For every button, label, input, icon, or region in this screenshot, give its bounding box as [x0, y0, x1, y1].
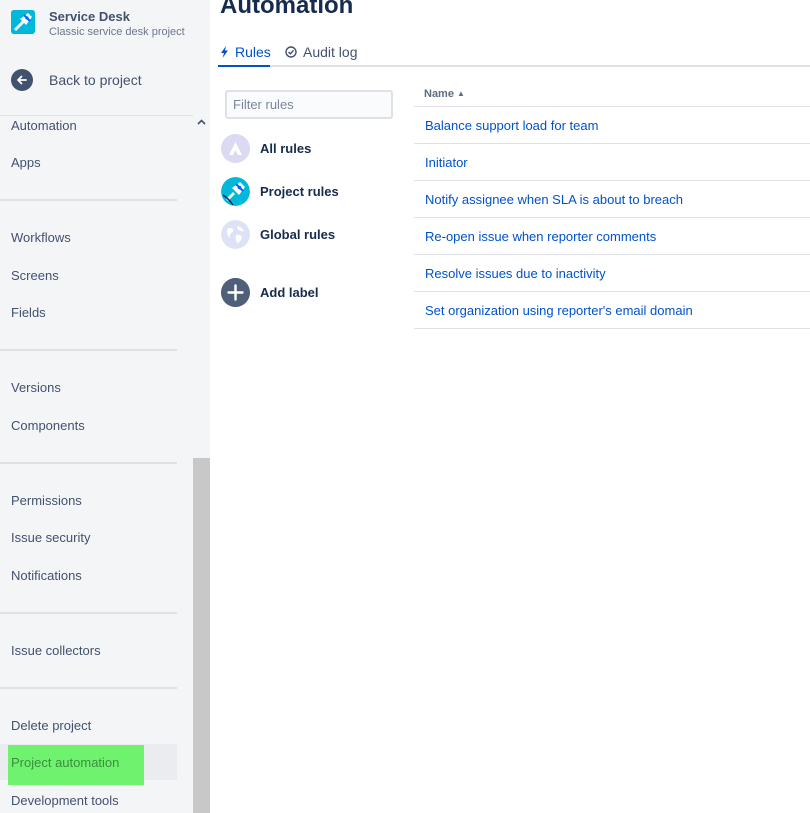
- add-label-text: Add label: [260, 285, 319, 300]
- scrollbar-thumb[interactable]: [193, 458, 210, 813]
- sidebar-item-fields[interactable]: Fields: [11, 304, 46, 322]
- table-row: Initiator: [414, 144, 810, 181]
- add-label-button[interactable]: Add label: [221, 278, 319, 307]
- active-tab-indicator: [218, 65, 270, 67]
- sidebar-divider: [0, 199, 177, 201]
- project-sidebar: Service Desk Classic service desk projec…: [0, 0, 210, 813]
- sidebar-item-screens[interactable]: Screens: [11, 267, 59, 285]
- sort-ascending-icon: ▲: [456, 89, 465, 98]
- sidebar-item-apps[interactable]: Apps: [11, 154, 41, 172]
- rule-link[interactable]: Resolve issues due to inactivity: [425, 265, 606, 282]
- all-rules-icon: [221, 134, 250, 163]
- arrow-left-icon: [11, 69, 33, 91]
- table-row: Notify assignee when SLA is about to bre…: [414, 181, 810, 218]
- sidebar-divider: [0, 349, 177, 351]
- table-row: Set organization using reporter's email …: [414, 292, 810, 329]
- plus-icon: [221, 278, 250, 307]
- project-header[interactable]: Service Desk Classic service desk projec…: [11, 9, 185, 39]
- rule-link[interactable]: Balance support load for team: [425, 117, 598, 134]
- label-global-rules[interactable]: Global rules: [221, 220, 335, 249]
- label-project-rules[interactable]: Project rules: [221, 177, 339, 206]
- sidebar-divider: [0, 115, 193, 116]
- sidebar-divider: [0, 687, 177, 689]
- rule-link[interactable]: Notify assignee when SLA is about to bre…: [425, 191, 683, 208]
- sidebar-item-project-automation[interactable]: Project automation: [11, 754, 119, 772]
- rule-link[interactable]: Initiator: [425, 154, 468, 171]
- project-type: Classic service desk project: [49, 26, 185, 38]
- sidebar-item-issue-security[interactable]: Issue security: [11, 529, 90, 547]
- lightning-icon: [220, 46, 229, 58]
- sidebar-divider: [0, 612, 177, 614]
- tab-audit-log-label: Audit log: [303, 44, 358, 60]
- project-text: Service Desk Classic service desk projec…: [49, 9, 185, 39]
- sidebar-divider: [0, 462, 177, 464]
- chevron-up-icon[interactable]: [195, 117, 208, 130]
- sidebar-scrollbar[interactable]: [193, 0, 210, 813]
- sidebar-item-workflows[interactable]: Workflows: [11, 229, 71, 247]
- rule-link[interactable]: Re-open issue when reporter comments: [425, 228, 656, 245]
- sidebar-content: Service Desk Classic service desk projec…: [0, 0, 193, 813]
- table-row: Re-open issue when reporter comments: [414, 218, 810, 255]
- sidebar-item-automation[interactable]: Automation: [11, 117, 77, 135]
- sidebar-item-permissions[interactable]: Permissions: [11, 492, 82, 510]
- globe-icon: [221, 220, 250, 249]
- back-to-project-link[interactable]: Back to project: [11, 69, 142, 91]
- rule-link[interactable]: Set organization using reporter's email …: [425, 302, 693, 319]
- project-rules-icon: [221, 177, 250, 206]
- column-header-name[interactable]: Name ▲: [424, 87, 465, 101]
- tab-bar: Rules Audit log: [218, 40, 810, 67]
- sidebar-item-issue-collectors[interactable]: Issue collectors: [11, 642, 101, 660]
- tab-audit-log[interactable]: Audit log: [285, 44, 357, 60]
- project-name: Service Desk: [49, 9, 130, 24]
- page-title: Automation: [220, 0, 354, 19]
- sidebar-item-versions[interactable]: Versions: [11, 379, 61, 397]
- label-global-rules-text: Global rules: [260, 227, 336, 242]
- sidebar-item-components[interactable]: Components: [11, 417, 85, 435]
- project-avatar-icon: [11, 10, 35, 34]
- column-header-name-label: Name: [424, 88, 454, 100]
- tab-rules[interactable]: Rules: [220, 44, 271, 60]
- table-row: Balance support load for team: [414, 107, 810, 144]
- sidebar-item-development-tools[interactable]: Development tools: [11, 792, 119, 810]
- check-circle-icon: [285, 46, 297, 58]
- label-all-rules-text: All rules: [260, 141, 312, 156]
- sidebar-item-notifications[interactable]: Notifications: [11, 567, 82, 585]
- label-all-rules[interactable]: All rules: [221, 134, 311, 163]
- back-to-project-label: Back to project: [49, 72, 142, 88]
- filter-rules-input[interactable]: [225, 90, 393, 119]
- tab-rules-label: Rules: [235, 44, 271, 60]
- table-row: Resolve issues due to inactivity: [414, 255, 810, 292]
- label-project-rules-text: Project rules: [260, 184, 339, 199]
- sidebar-item-delete-project[interactable]: Delete project: [11, 717, 91, 735]
